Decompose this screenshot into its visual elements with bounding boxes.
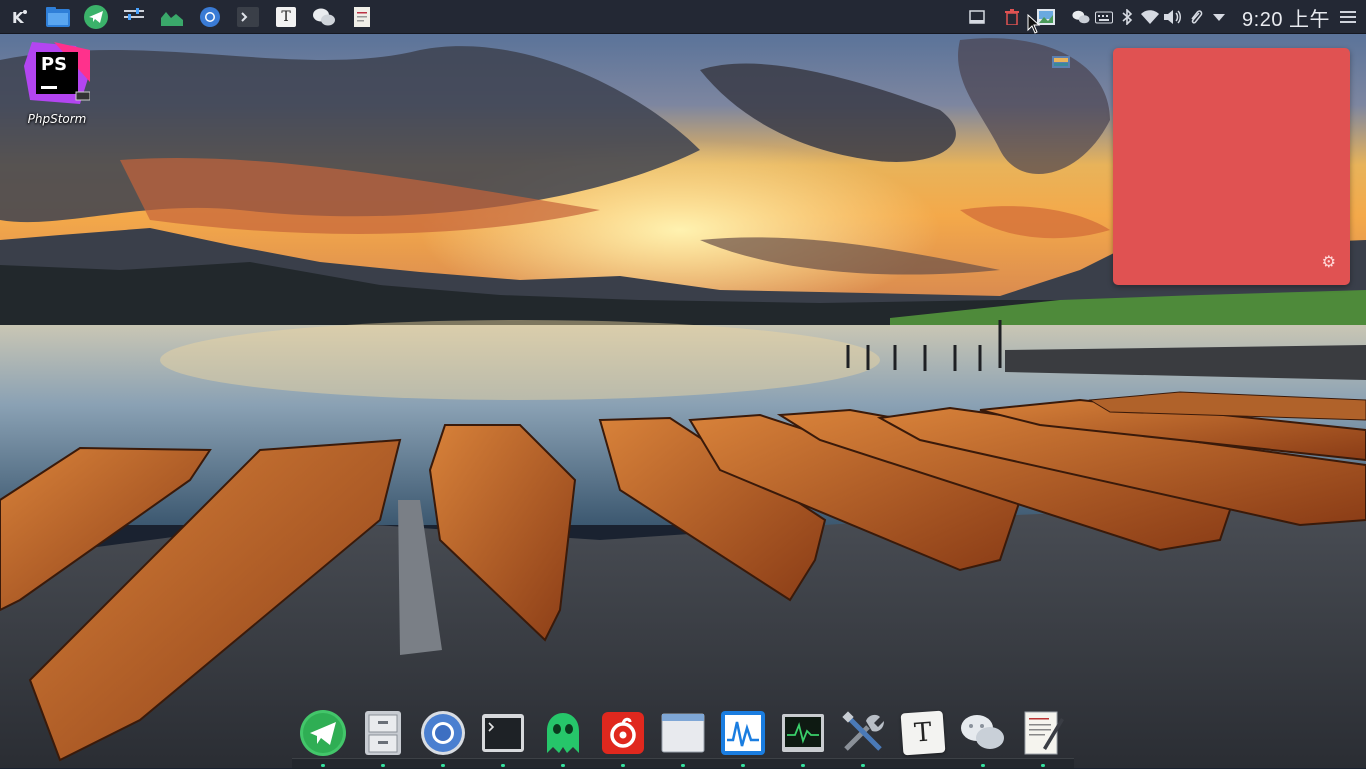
dock-item-activity-monitor[interactable] bbox=[778, 708, 828, 758]
terminal-icon[interactable] bbox=[234, 3, 262, 31]
dock-item-tools[interactable] bbox=[838, 708, 888, 758]
volume-icon[interactable] bbox=[1163, 8, 1182, 26]
panel-menu-icon[interactable] bbox=[1340, 8, 1356, 26]
wechat-icon[interactable] bbox=[310, 3, 338, 31]
dock-indicator bbox=[561, 764, 565, 767]
bluetooth-icon[interactable] bbox=[1118, 8, 1136, 26]
telegram-icon[interactable] bbox=[82, 3, 110, 31]
dock-item-file-cabinet[interactable] bbox=[358, 708, 408, 758]
dock-indicator bbox=[501, 764, 505, 767]
chromium-icon bbox=[421, 711, 465, 755]
dock-item-text-editor[interactable] bbox=[1018, 708, 1068, 758]
typora-glyph: T bbox=[900, 710, 946, 756]
dock-item-window[interactable] bbox=[658, 708, 708, 758]
dock-indicator bbox=[1041, 764, 1045, 767]
telegram-icon bbox=[300, 710, 346, 756]
dock-indicator bbox=[621, 764, 625, 767]
file-cabinet-icon bbox=[365, 711, 401, 755]
mouse-cursor-icon bbox=[1027, 14, 1041, 34]
terminal-icon bbox=[482, 714, 524, 752]
system-settings-icon[interactable] bbox=[120, 3, 148, 31]
phpstorm-logo-text: PS bbox=[40, 54, 68, 75]
tools-icon bbox=[842, 711, 884, 751]
panel-clock[interactable]: 9:20 上午 bbox=[1242, 3, 1330, 32]
dock-item-typora[interactable]: T bbox=[898, 708, 948, 758]
dock-indicator bbox=[981, 764, 985, 767]
show-desktop-icon[interactable] bbox=[968, 8, 986, 26]
attachment-clip-icon[interactable] bbox=[1187, 8, 1205, 26]
dock-item-telegram[interactable] bbox=[298, 708, 348, 758]
dock-item-netease-music[interactable] bbox=[598, 708, 648, 758]
netease-music-icon bbox=[602, 712, 644, 754]
text-editor-icon[interactable] bbox=[348, 3, 376, 31]
window-icon bbox=[661, 713, 705, 753]
dock-indicator bbox=[861, 764, 865, 767]
typora-icon[interactable]: T bbox=[272, 3, 300, 31]
wechat-tray-icon[interactable] bbox=[1071, 8, 1090, 26]
dock-item-terminal[interactable] bbox=[478, 708, 528, 758]
panel-launchers: K T bbox=[0, 0, 386, 34]
dock-item-system-monitor-wave[interactable] bbox=[718, 708, 768, 758]
ghost-icon bbox=[547, 713, 579, 753]
system-tray: 9:20 上午 bbox=[966, 0, 1366, 34]
desktop-icon-label: PhpStorm bbox=[27, 112, 87, 126]
desktop-icon-phpstorm[interactable]: PS PhpStorm bbox=[20, 42, 94, 126]
activity-monitor-icon bbox=[782, 714, 824, 752]
sticky-note-widget[interactable]: ⚙ bbox=[1113, 48, 1350, 285]
chromium-icon[interactable] bbox=[196, 3, 224, 31]
dock-item-chromium[interactable] bbox=[418, 708, 468, 758]
text-editor-icon bbox=[1024, 711, 1064, 755]
dock-indicator bbox=[741, 764, 745, 767]
typora-glyph: T bbox=[276, 6, 296, 27]
expand-tray-chevron-icon[interactable] bbox=[1210, 8, 1228, 26]
dock-item-wechat[interactable] bbox=[958, 708, 1008, 758]
top-panel: K T 9:20 上午 bbox=[0, 0, 1366, 34]
wifi-icon[interactable] bbox=[1140, 8, 1159, 26]
dock-item-ghost-app[interactable] bbox=[538, 708, 588, 758]
monitor-wave-icon bbox=[721, 711, 765, 755]
trash-icon[interactable] bbox=[1003, 8, 1021, 26]
svg-text:K: K bbox=[12, 9, 25, 26]
keyboard-icon[interactable] bbox=[1094, 8, 1113, 26]
system-monitor-icon[interactable] bbox=[158, 3, 186, 31]
dock-indicator bbox=[801, 764, 805, 767]
wechat-icon bbox=[961, 715, 1004, 749]
dock-indicator bbox=[381, 764, 385, 767]
dock-indicator bbox=[441, 764, 445, 767]
file-manager-icon[interactable] bbox=[44, 3, 72, 31]
kde-menu-icon[interactable]: K bbox=[6, 3, 34, 31]
tray-preview-thumbnail bbox=[1052, 56, 1070, 68]
dock-indicator bbox=[681, 764, 685, 767]
gear-icon[interactable]: ⚙ bbox=[1322, 252, 1336, 271]
dock-indicator bbox=[321, 764, 325, 767]
